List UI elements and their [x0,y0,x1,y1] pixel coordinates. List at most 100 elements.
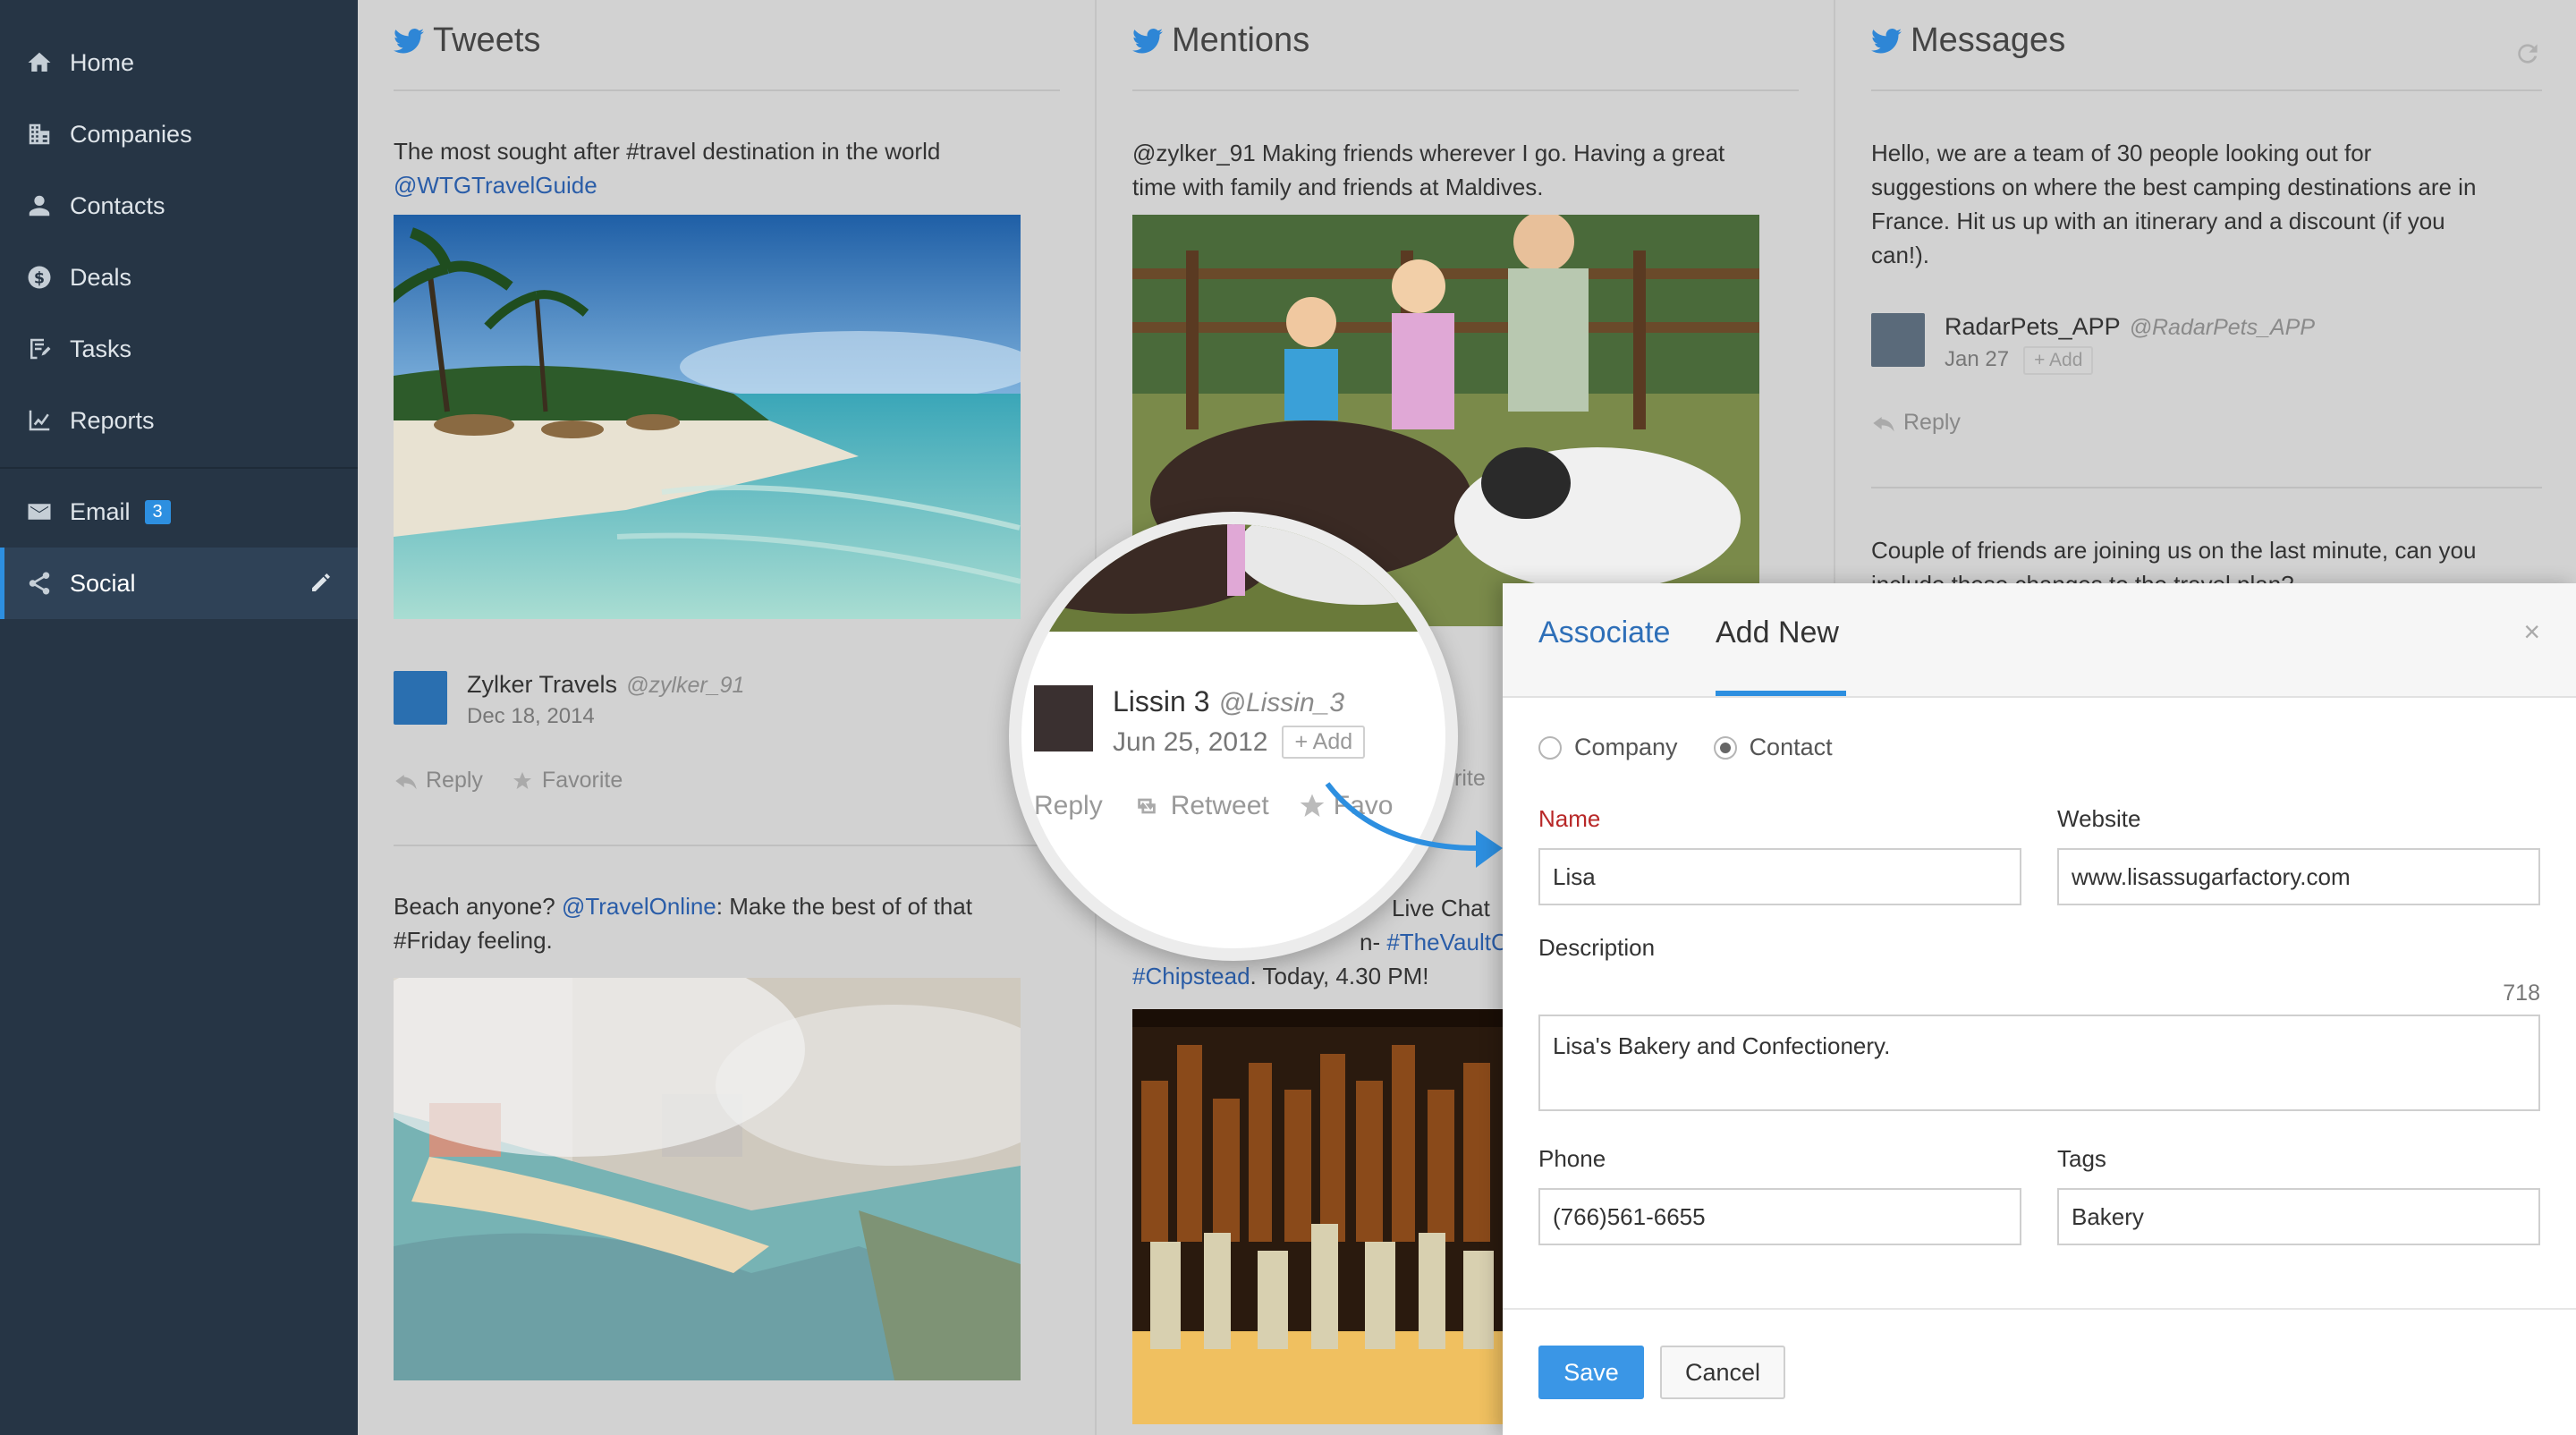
sidebar-item-email[interactable]: Email 3 [0,476,358,548]
reply-button[interactable]: Reply [394,768,483,794]
column-title: Tweets [433,21,541,59]
reply-button[interactable]: Reply [1034,791,1103,821]
sidebar-item-label: Companies [70,120,192,148]
sidebar-item-contacts[interactable]: Contacts [0,170,358,242]
sidebar-item-tasks[interactable]: Tasks [0,313,358,385]
name-field[interactable]: Lisa [1538,848,2021,905]
column-header: Tweets [394,21,540,60]
add-contact-button[interactable]: + Add [1282,726,1366,759]
cancel-button[interactable]: Cancel [1660,1346,1785,1399]
tweet-link[interactable]: @TravelOnline [562,893,716,920]
sidebar-item-companies[interactable]: Companies [0,98,358,170]
tweet-photo-beach[interactable] [394,215,1021,619]
star-icon [1300,794,1325,817]
phone-field[interactable]: (766)561-6655 [1538,1188,2021,1245]
tweet-link[interactable]: #Chipstead [1132,963,1250,989]
description-textarea[interactable]: Lisa's Bakery and Confectionery. [1538,1015,2540,1111]
sidebar-item-label: Deals [70,263,132,291]
tweet-date: Dec 18, 2014 [467,704,595,728]
reply-icon [1873,416,1894,431]
header-divider [1871,89,2542,91]
star-icon [513,771,531,789]
save-button[interactable]: Save [1538,1346,1644,1399]
author-name[interactable]: Lissin 3 [1113,685,1210,718]
message-actions: Reply [1871,410,1987,436]
person-icon [25,191,54,220]
tweet-actions: Reply Favorite [394,768,649,794]
header-divider [394,89,1060,91]
tweet-author: Zylker Travels @zylker_91 Dec 18, 2014 [394,671,744,729]
tags-field[interactable]: Bakery [2057,1188,2540,1245]
tab-associate[interactable]: Associate [1538,616,1670,650]
sidebar: Home Companies Contacts $ Deals Tasks Re… [0,0,358,1435]
tab-add-new[interactable]: Add New [1716,616,1839,650]
sidebar-item-label: Tasks [70,335,132,362]
magnified-photo [1021,524,1445,632]
author-name[interactable]: Zylker Travels [467,671,617,698]
author-handle[interactable]: @RadarPets_APP [2130,315,2315,340]
tweet-date: Jun 25, 2012 [1113,726,1268,757]
avatar[interactable] [1034,685,1093,751]
close-icon[interactable]: × [2523,616,2540,649]
twitter-bird-icon [1871,28,1902,53]
active-tab-indicator [1716,691,1846,696]
radio-contact[interactable] [1713,735,1737,760]
post-divider [394,845,1060,846]
twitter-bird-icon [1132,28,1163,53]
retweet-button[interactable]: Retweet [1131,791,1269,821]
column-title: Mentions [1172,21,1310,59]
pointer-arrow [1325,782,1503,868]
sidebar-item-reports[interactable]: Reports [0,385,358,456]
refresh-icon[interactable] [2513,39,2542,68]
sidebar-item-social[interactable]: Social [0,548,358,619]
tweet-text: Beach anyone? @TravelOnline: Make the be… [394,893,972,954]
sidebar-item-home[interactable]: Home [0,27,358,98]
building-icon [25,120,54,149]
tweet-text: @zylker_91 Making friends wherever I go.… [1132,140,1725,200]
column-header: Messages [1871,21,2065,60]
retweet-icon [1137,798,1156,814]
phone-label: Phone [1538,1145,1606,1172]
sidebar-divider [0,467,358,469]
task-icon [25,335,54,363]
radio-contact-label[interactable]: Contact [1750,734,1833,761]
radio-company[interactable] [1538,735,1562,760]
sidebar-item-label: Social [70,569,136,597]
pencil-icon[interactable] [308,569,335,596]
radio-company-label[interactable]: Company [1574,734,1678,761]
header-divider [1132,89,1799,91]
author-handle[interactable]: @zylker_91 [626,673,744,698]
add-contact-button[interactable]: + Add [2023,346,2094,375]
twitter-bird-icon [394,28,424,53]
sidebar-item-label: Reports [70,406,155,434]
tweet-text: The most sought after #travel destinatio… [394,134,1055,202]
share-icon [25,569,54,598]
panel-tabs: Associate Add New × [1503,583,2576,698]
record-type-radio-group: Company Contact [1538,734,1833,761]
website-label: Website [2057,805,2141,832]
tweet-photo-bar[interactable] [1132,1009,1508,1424]
author-handle[interactable]: @Lissin_3 [1219,688,1345,718]
sidebar-item-deals[interactable]: $ Deals [0,242,358,313]
name-label: Name [1538,805,1601,832]
avatar[interactable] [394,671,447,725]
author-name[interactable]: RadarPets_APP [1945,313,2121,340]
tweet-photo-coast[interactable] [394,978,1021,1380]
tags-label: Tags [2057,1145,2106,1172]
chart-icon [25,406,54,435]
message-author: RadarPets_APP @RadarPets_APP Jan 27 + Add [1871,313,2315,375]
avatar[interactable] [1871,313,1925,367]
reply-button[interactable]: Reply [1871,410,1961,436]
character-counter: 718 [2503,981,2540,1006]
sidebar-item-label: Email [70,497,131,525]
website-field[interactable]: www.lisassugarfactory.com [2057,848,2540,905]
magnifier-zoom: Lissin 3 @Lissin_3 Jun 25, 2012 + Add Repl… [1009,512,1458,961]
column-title: Messages [1911,21,2066,59]
sidebar-item-label: Contacts [70,191,165,219]
post-divider [1871,487,2542,488]
favorite-button[interactable]: Favorite [510,768,623,794]
footer-divider [1503,1308,2576,1310]
sidebar-item-label: Home [70,48,135,76]
tweet-link[interactable]: @WTGTravelGuide [394,168,1055,202]
tweet-link[interactable]: #TheVaultC [1386,929,1507,955]
